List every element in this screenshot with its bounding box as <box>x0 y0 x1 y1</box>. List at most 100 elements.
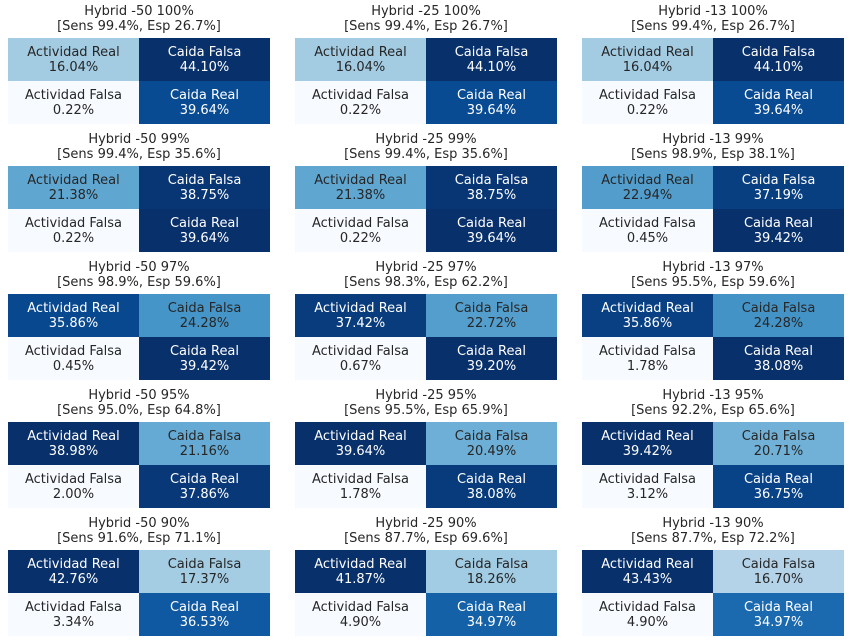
matrix-grid: Actividad Real 38.98% Caida Falsa 21.16% Act… <box>8 422 270 508</box>
matrix-cell-caida-falsa: Caida Falsa 37.19% <box>713 166 844 209</box>
cell-value: 44.10% <box>466 59 517 75</box>
cell-label: Actividad Real <box>27 556 120 572</box>
matrix-cell-actividad-falsa: Actividad Falsa 0.22% <box>295 81 426 124</box>
matrix-grid: Actividad Real 39.42% Caida Falsa 20.71% Act… <box>582 422 844 508</box>
matrix-cell-caida-falsa: Caida Falsa 24.28% <box>139 294 270 337</box>
panel-title: Hybrid -50 97% [Sens 98.9%, Esp 59.6%] <box>8 260 270 294</box>
panel-subtitle-text: [Sens 95.0%, Esp 64.8%] <box>57 403 221 418</box>
cell-value: 20.49% <box>466 443 517 459</box>
cell-label: Actividad Real <box>601 428 694 444</box>
cell-label: Caida Falsa <box>741 428 816 444</box>
cell-label: Caida Real <box>456 599 527 615</box>
cell-label: Caida Falsa <box>454 428 529 444</box>
matrix-grid: Actividad Real 42.76% Caida Falsa 17.37% Act… <box>8 550 270 636</box>
panel-subtitle-text: [Sens 99.4%, Esp 26.7%] <box>631 19 795 34</box>
cell-value: 39.64% <box>466 102 517 118</box>
cell-label: Actividad Falsa <box>311 215 410 231</box>
cell-label: Caida Real <box>743 471 814 487</box>
cell-value: 39.20% <box>466 358 517 374</box>
cell-value: 4.90% <box>626 614 669 630</box>
matrix-panel: Hybrid -25 90% [Sens 87.7%, Esp 69.6%] Act… <box>295 516 557 636</box>
matrix-cell-actividad-falsa: Actividad Falsa 3.34% <box>8 593 139 636</box>
cell-value: 0.67% <box>339 358 382 374</box>
panel-title: Hybrid -25 99% [Sens 99.4%, Esp 35.6%] <box>295 132 557 166</box>
panel-title-text: Hybrid -13 97% <box>662 260 764 275</box>
cell-label: Caida Real <box>456 87 527 103</box>
cell-label: Caida Real <box>743 87 814 103</box>
matrix-grid: Actividad Real 41.87% Caida Falsa 18.26% Act… <box>295 550 557 636</box>
panel-subtitle-text: [Sens 99.4%, Esp 26.7%] <box>344 19 508 34</box>
cell-value: 39.64% <box>179 102 230 118</box>
cell-value: 22.94% <box>622 187 673 203</box>
matrix-grid: Actividad Real 37.42% Caida Falsa 22.72% Act… <box>295 294 557 380</box>
cell-value: 0.45% <box>52 358 95 374</box>
cell-value: 36.53% <box>179 614 230 630</box>
panel-subtitle-text: [Sens 91.6%, Esp 71.1%] <box>57 531 221 546</box>
matrix-grid: Actividad Real 35.86% Caida Falsa 24.28% Act… <box>582 294 844 380</box>
matrix-cell-actividad-falsa: Actividad Falsa 0.67% <box>295 337 426 380</box>
panel-title-text: Hybrid -50 90% <box>88 516 190 531</box>
cell-value: 39.42% <box>753 230 804 246</box>
cell-label: Caida Falsa <box>454 556 529 572</box>
panel-title: Hybrid -50 90% [Sens 91.6%, Esp 71.1%] <box>8 516 270 550</box>
cell-label: Actividad Real <box>314 428 407 444</box>
cell-value: 3.12% <box>626 486 669 502</box>
matrix-panel: Hybrid -25 95% [Sens 95.5%, Esp 65.9%] Act… <box>295 388 557 508</box>
cell-label: Actividad Real <box>314 44 407 60</box>
cell-value: 20.71% <box>753 443 804 459</box>
cell-label: Caida Real <box>743 215 814 231</box>
cell-label: Actividad Real <box>27 428 120 444</box>
cell-value: 41.87% <box>335 571 386 587</box>
cell-value: 3.34% <box>52 614 95 630</box>
cell-label: Actividad Real <box>601 300 694 316</box>
cell-value: 37.86% <box>179 486 230 502</box>
cell-value: 16.04% <box>48 59 99 75</box>
cell-label: Actividad Falsa <box>598 343 697 359</box>
matrix-cell-caida-falsa: Caida Falsa 20.49% <box>426 422 557 465</box>
cell-value: 39.64% <box>335 443 386 459</box>
panel-title-text: Hybrid -50 100% <box>84 4 194 19</box>
matrix-panel: Hybrid -13 90% [Sens 87.7%, Esp 72.2%] Act… <box>582 516 844 636</box>
matrix-cell-actividad-real: Actividad Real 16.04% <box>8 38 139 81</box>
cell-label: Caida Real <box>456 471 527 487</box>
matrix-cell-caida-falsa: Caida Falsa 18.26% <box>426 550 557 593</box>
matrix-cell-caida-real: Caida Real 37.86% <box>139 465 270 508</box>
panel-title: Hybrid -50 99% [Sens 99.4%, Esp 35.6%] <box>8 132 270 166</box>
cell-label: Caida Falsa <box>454 300 529 316</box>
cell-label: Actividad Falsa <box>598 599 697 615</box>
matrix-cell-caida-real: Caida Real 39.64% <box>426 209 557 252</box>
cell-value: 39.64% <box>753 102 804 118</box>
cell-label: Caida Falsa <box>167 172 242 188</box>
cell-label: Caida Falsa <box>167 44 242 60</box>
panel-title: Hybrid -13 99% [Sens 98.9%, Esp 38.1%] <box>582 132 844 166</box>
matrix-panel: Hybrid -50 97% [Sens 98.9%, Esp 59.6%] Act… <box>8 260 270 380</box>
cell-value: 17.37% <box>179 571 230 587</box>
cell-value: 35.86% <box>622 315 673 331</box>
cell-value: 35.86% <box>48 315 99 331</box>
panel-title: Hybrid -25 97% [Sens 98.3%, Esp 62.2%] <box>295 260 557 294</box>
cell-label: Caida Real <box>456 215 527 231</box>
cell-label: Caida Real <box>169 87 240 103</box>
matrix-grid: Actividad Real 22.94% Caida Falsa 37.19% Act… <box>582 166 844 252</box>
panel-subtitle-text: [Sens 99.4%, Esp 35.6%] <box>57 147 221 162</box>
panel-title: Hybrid -13 90% [Sens 87.7%, Esp 72.2%] <box>582 516 844 550</box>
cell-label: Actividad Falsa <box>311 343 410 359</box>
cell-value: 0.22% <box>339 230 382 246</box>
cell-label: Actividad Falsa <box>24 215 123 231</box>
matrix-cell-actividad-real: Actividad Real 35.86% <box>582 294 713 337</box>
matrix-cell-caida-real: Caida Real 39.64% <box>713 81 844 124</box>
matrix-cell-caida-falsa: Caida Falsa 44.10% <box>713 38 844 81</box>
matrix-panel: Hybrid -25 97% [Sens 98.3%, Esp 62.2%] Act… <box>295 260 557 380</box>
cell-value: 1.78% <box>626 358 669 374</box>
matrix-cell-actividad-falsa: Actividad Falsa 0.45% <box>8 337 139 380</box>
matrix-cell-caida-falsa: Caida Falsa 21.16% <box>139 422 270 465</box>
matrix-panel: Hybrid -50 100% [Sens 99.4%, Esp 26.7%] Ac… <box>8 4 270 124</box>
matrix-panel: Hybrid -50 95% [Sens 95.0%, Esp 64.8%] Act… <box>8 388 270 508</box>
cell-value: 24.28% <box>179 315 230 331</box>
matrix-cell-caida-falsa: Caida Falsa 16.70% <box>713 550 844 593</box>
cell-label: Caida Real <box>456 343 527 359</box>
panel-subtitle-text: [Sens 92.2%, Esp 65.6%] <box>631 403 795 418</box>
cell-value: 37.19% <box>753 187 804 203</box>
matrix-cell-actividad-falsa: Actividad Falsa 0.45% <box>582 209 713 252</box>
panel-title-text: Hybrid -13 100% <box>658 4 768 19</box>
